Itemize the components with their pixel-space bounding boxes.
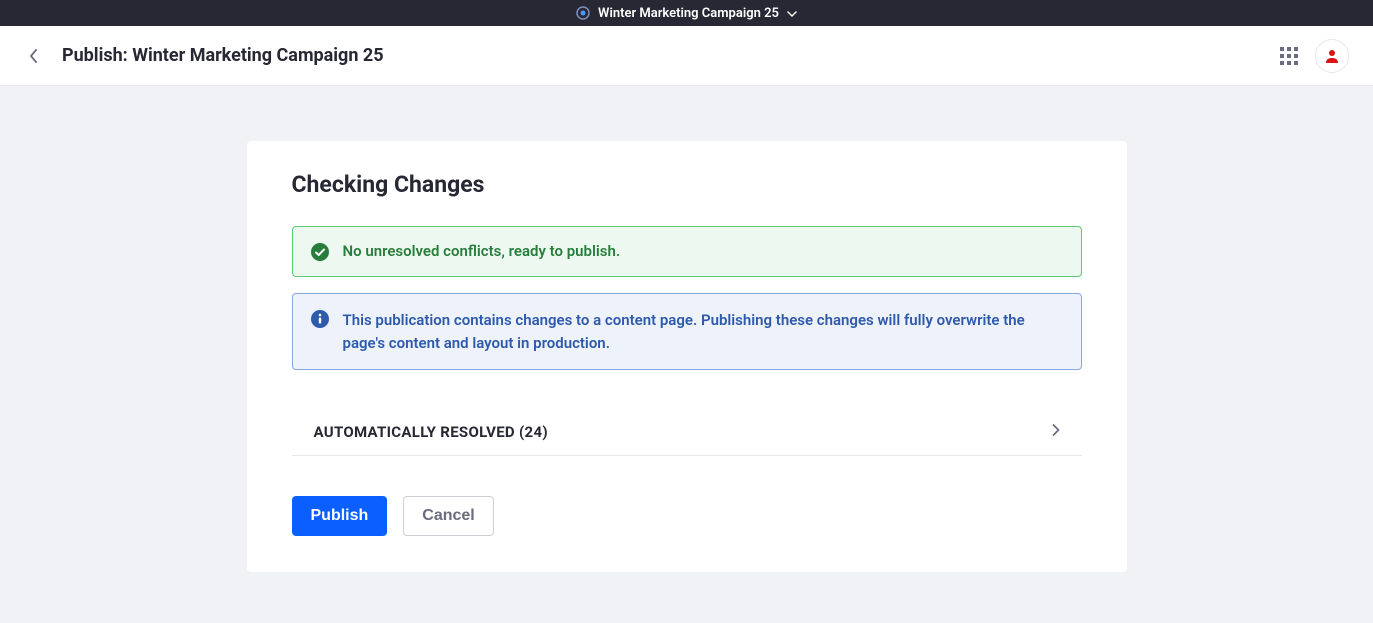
cancel-button[interactable]: Cancel (403, 496, 493, 536)
action-bar: Publish Cancel (292, 496, 1082, 536)
caret-down-icon (787, 6, 797, 21)
grid-icon (1280, 47, 1298, 65)
auto-resolved-label: AUTOMATICALLY RESOLVED (24) (314, 423, 548, 441)
target-icon (576, 6, 590, 20)
info-alert: This publication contains changes to a c… (292, 293, 1082, 370)
card-title: Checking Changes (292, 171, 1082, 198)
auto-resolved-section[interactable]: AUTOMATICALLY RESOLVED (24) (292, 410, 1082, 456)
workspace-title: Winter Marketing Campaign 25 (598, 6, 779, 21)
user-avatar[interactable] (1315, 39, 1349, 73)
success-alert-text: No unresolved conflicts, ready to publis… (343, 242, 621, 260)
publish-card: Checking Changes No unresolved conflicts… (247, 141, 1127, 572)
success-alert: No unresolved conflicts, ready to publis… (292, 226, 1082, 277)
user-icon (1324, 48, 1340, 64)
page-title: Publish: Winter Marketing Campaign 25 (62, 45, 384, 66)
header-left: Publish: Winter Marketing Campaign 25 (24, 45, 384, 66)
section-list: AUTOMATICALLY RESOLVED (24) (292, 410, 1082, 456)
top-bar: Winter Marketing Campaign 25 (0, 0, 1373, 26)
chevron-left-icon (29, 48, 39, 64)
publish-button[interactable]: Publish (292, 496, 388, 536)
header-right (1279, 39, 1349, 73)
header-bar: Publish: Winter Marketing Campaign 25 (0, 26, 1373, 86)
info-alert-text: This publication contains changes to a c… (343, 309, 1063, 354)
info-circle-icon (311, 310, 329, 328)
main-content: Checking Changes No unresolved conflicts… (0, 86, 1373, 602)
workspace-selector[interactable]: Winter Marketing Campaign 25 (576, 6, 797, 21)
apps-button[interactable] (1279, 46, 1299, 66)
chevron-right-icon (1052, 422, 1060, 441)
back-button[interactable] (24, 46, 44, 66)
check-circle-icon (311, 243, 329, 261)
